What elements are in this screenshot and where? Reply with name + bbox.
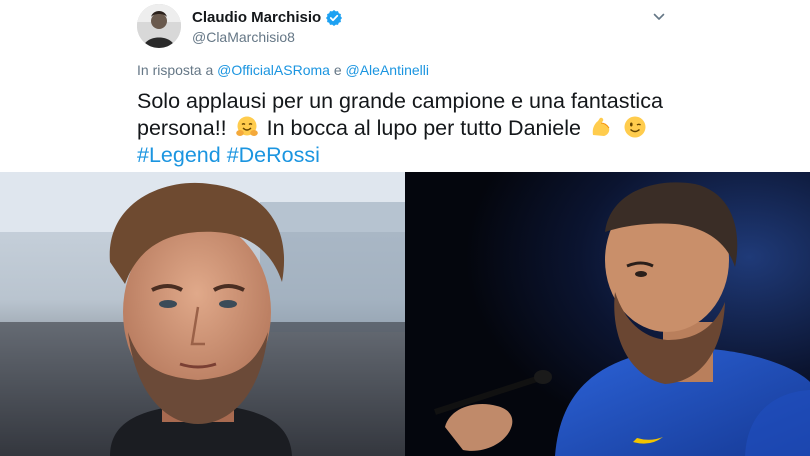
reply-prefix: In risposta a	[137, 62, 214, 78]
tweet-media	[0, 172, 810, 456]
hashtag-derossi[interactable]: #DeRossi	[227, 143, 320, 167]
reply-joiner: e	[333, 62, 342, 78]
author-name[interactable]: Claudio Marchisio	[192, 9, 321, 26]
hugging-face-emoji	[235, 115, 259, 139]
verified-badge-icon	[326, 9, 343, 26]
photo-marchisio[interactable]	[0, 172, 405, 456]
chevron-down-icon[interactable]	[652, 10, 666, 24]
winking-face-emoji	[623, 115, 647, 139]
hashtag-legend[interactable]: #Legend	[137, 143, 221, 167]
tweet-text-line-1: Solo applausi per un grande campione e u…	[137, 89, 663, 113]
reply-mention-antinelli[interactable]: @AleAntinelli	[346, 62, 429, 78]
tweet-hashtags: #Legend #DeRossi	[137, 142, 737, 169]
reply-context: In risposta a @OfficialASRoma e @AleAnti…	[137, 62, 429, 78]
author-row: Claudio Marchisio	[192, 9, 343, 26]
author-handle[interactable]: @ClaMarchisio8	[192, 29, 295, 45]
tweet-card: Claudio Marchisio @ClaMarchisio8 In risp…	[0, 0, 810, 172]
reply-mention-asroma[interactable]: @OfficialASRoma	[217, 62, 330, 78]
tweet-text: Solo applausi per un grande campione e u…	[137, 88, 737, 169]
flexed-biceps-emoji	[589, 115, 613, 139]
photo-de-rossi[interactable]	[405, 172, 810, 456]
avatar[interactable]	[137, 4, 181, 48]
tweet-text-wish: In bocca al lupo per tutto Daniele	[266, 116, 581, 140]
tweet-text-persona: persona!!	[137, 116, 227, 140]
tweet-text-line-2: persona!! In bocca al lupo per tutto Dan…	[137, 115, 737, 142]
